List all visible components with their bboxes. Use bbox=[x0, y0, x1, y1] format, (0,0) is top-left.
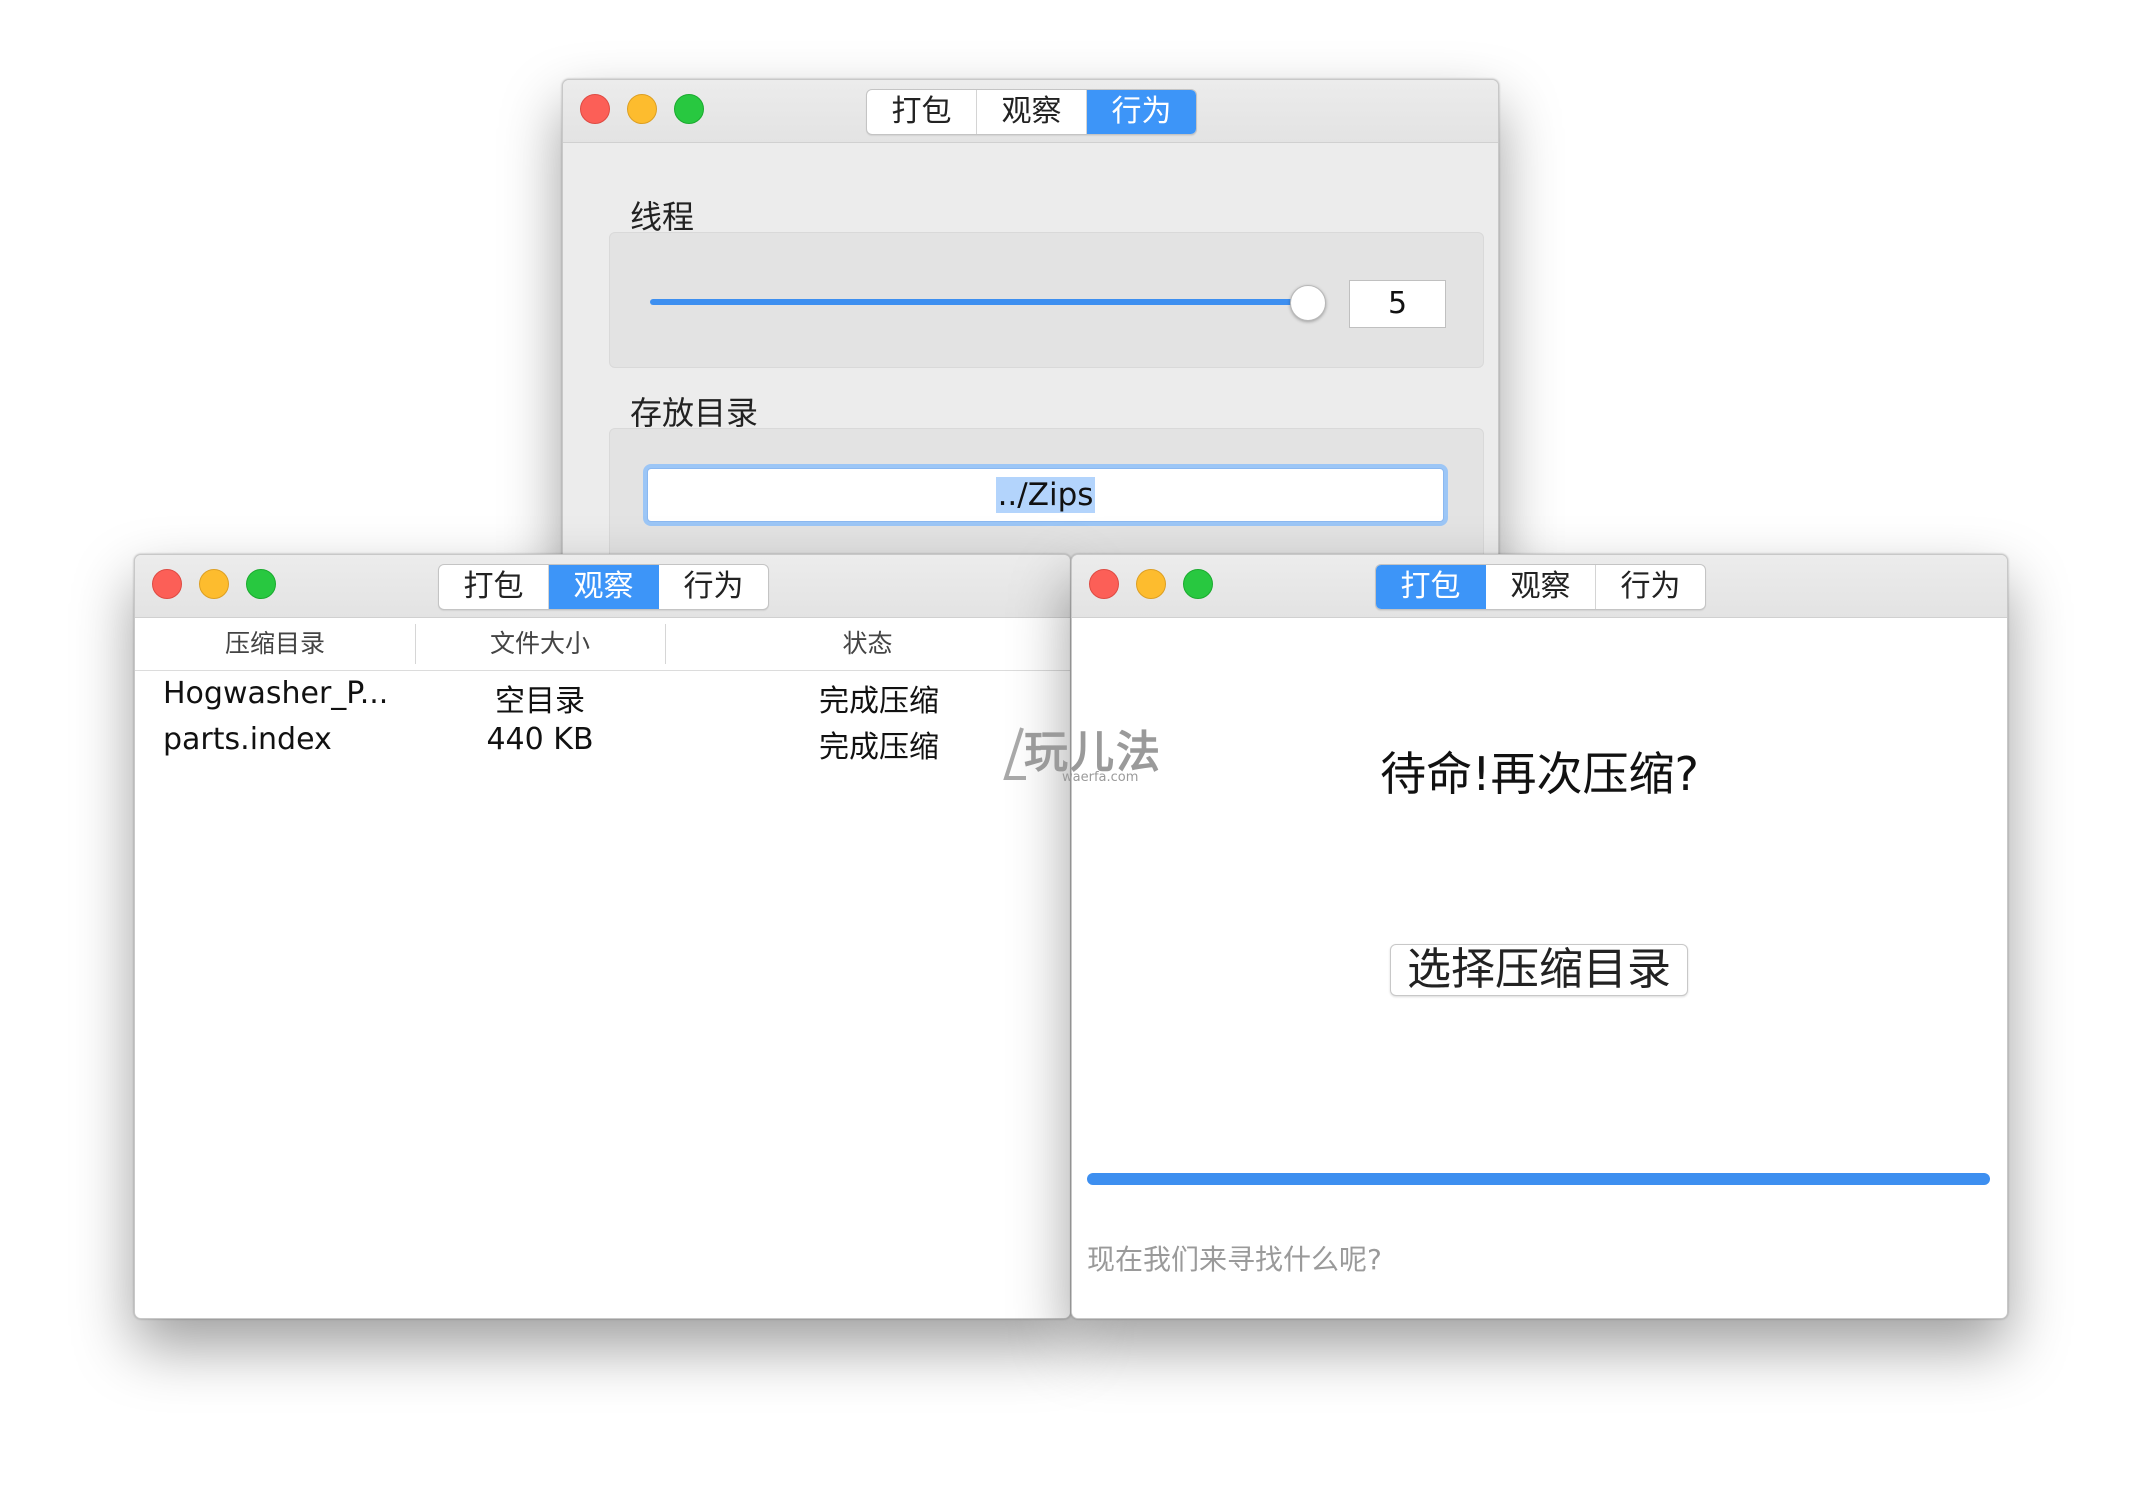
row-status: 完成压缩 bbox=[819, 730, 939, 765]
zoom-icon[interactable] bbox=[1183, 569, 1213, 599]
watermark-logo: 玩儿法 waerfa.com bbox=[1000, 722, 1160, 792]
minimize-icon[interactable] bbox=[627, 94, 657, 124]
title-bar[interactable]: 打包 观察 行为 bbox=[1072, 555, 2007, 618]
tab-behavior[interactable]: 行为 bbox=[1596, 565, 1705, 609]
tab-control: 打包 观察 行为 bbox=[1375, 564, 1706, 610]
tab-behavior[interactable]: 行为 bbox=[1087, 90, 1196, 134]
table-row[interactable]: Hogwasher_P... 空目录 完成压缩 bbox=[135, 670, 1070, 719]
pack-window: 打包 观察 行为 待命!再次压缩? 选择压缩目录 现在我们来寻找什么呢? bbox=[1071, 554, 2008, 1319]
title-bar[interactable]: 打包 观察 行为 bbox=[563, 80, 1498, 143]
row-status: 完成压缩 bbox=[819, 684, 939, 719]
tab-pack[interactable]: 打包 bbox=[1376, 565, 1486, 609]
tab-observe[interactable]: 观察 bbox=[977, 90, 1087, 134]
column-header-size[interactable]: 文件大小 bbox=[415, 618, 665, 670]
watermark-site: waerfa.com bbox=[1062, 770, 1139, 785]
close-icon[interactable] bbox=[1089, 569, 1119, 599]
hint-text: 现在我们来寻找什么呢? bbox=[1087, 1243, 1382, 1276]
tab-pack[interactable]: 打包 bbox=[867, 90, 977, 134]
status-heading: 待命!再次压缩? bbox=[1380, 747, 1699, 801]
tab-observe[interactable]: 观察 bbox=[1486, 565, 1596, 609]
storage-path-text: ../Zips bbox=[995, 477, 1096, 513]
row-size: 空目录 bbox=[495, 684, 585, 719]
zoom-icon[interactable] bbox=[674, 94, 704, 124]
threads-value-field[interactable]: 5 bbox=[1349, 280, 1446, 328]
tab-control: 打包 观察 行为 bbox=[866, 89, 1197, 135]
tab-control: 打包 观察 行为 bbox=[438, 564, 769, 610]
threads-slider-track[interactable] bbox=[650, 299, 1310, 305]
close-icon[interactable] bbox=[580, 94, 610, 124]
threads-group: 5 bbox=[609, 232, 1484, 368]
table-header: 压缩目录 文件大小 状态 bbox=[135, 618, 1070, 671]
column-header-directory[interactable]: 压缩目录 bbox=[135, 618, 415, 670]
title-bar[interactable]: 打包 观察 行为 bbox=[135, 555, 1070, 618]
pack-content: 待命!再次压缩? 选择压缩目录 现在我们来寻找什么呢? bbox=[1072, 618, 2007, 1318]
tab-pack[interactable]: 打包 bbox=[439, 565, 549, 609]
threads-slider-knob[interactable] bbox=[1290, 285, 1326, 321]
storage-path-field[interactable]: ../Zips bbox=[647, 468, 1444, 522]
observe-window: 打包 观察 行为 压缩目录 文件大小 状态 Hogwasher_P... 空目录… bbox=[134, 554, 1071, 1319]
zoom-icon[interactable] bbox=[246, 569, 276, 599]
file-table: 压缩目录 文件大小 状态 Hogwasher_P... 空目录 完成压缩 par… bbox=[135, 618, 1070, 1318]
minimize-icon[interactable] bbox=[199, 569, 229, 599]
row-size: 440 KB bbox=[486, 722, 594, 757]
close-icon[interactable] bbox=[152, 569, 182, 599]
tab-observe[interactable]: 观察 bbox=[549, 565, 659, 609]
column-header-status[interactable]: 状态 bbox=[665, 618, 1070, 670]
table-row[interactable]: parts.index 440 KB 完成压缩 bbox=[135, 716, 1070, 765]
progress-bar bbox=[1087, 1173, 1990, 1185]
tab-behavior[interactable]: 行为 bbox=[659, 565, 768, 609]
row-directory: parts.index bbox=[163, 722, 332, 757]
minimize-icon[interactable] bbox=[1136, 569, 1166, 599]
row-directory: Hogwasher_P... bbox=[163, 676, 389, 711]
choose-directory-button[interactable]: 选择压缩目录 bbox=[1390, 944, 1688, 996]
